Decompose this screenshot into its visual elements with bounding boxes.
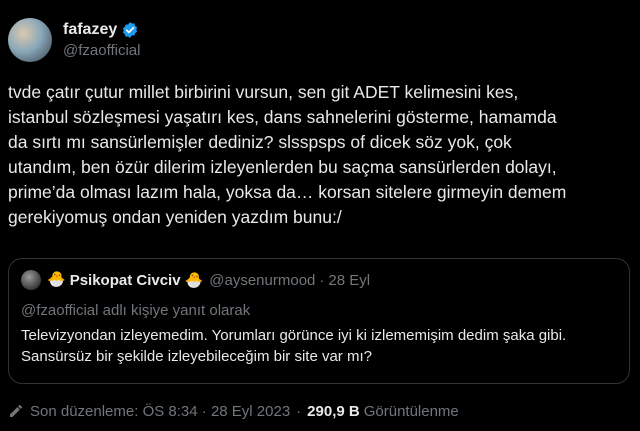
quoted-avatar[interactable] xyxy=(21,270,41,290)
tweet-meta: Son düzenleme: ÖS 8:34 · 28 Eyl 2023 · 2… xyxy=(8,400,459,422)
avatar[interactable] xyxy=(8,18,52,62)
quoted-timestamp[interactable]: 28 Eyl xyxy=(328,272,370,289)
tweet: fafazey @fzaofficial tvde çatır çutur mi… xyxy=(0,0,640,431)
tweet-text: tvde çatır çutur millet birbirini vursun… xyxy=(8,82,567,227)
views-count: 290,9 B xyxy=(307,402,360,420)
tweet-author: fafazey @fzaofficial xyxy=(8,14,140,66)
author-display-name[interactable]: fafazey xyxy=(63,20,117,40)
views-label: Görüntülenme xyxy=(363,402,459,420)
quoted-reply-context: @fzaofficial adlı kişiye yanıt olarak xyxy=(21,302,251,319)
separator-dot: · xyxy=(296,402,302,420)
last-edited-link[interactable]: Son düzenleme: ÖS 8:34 · 28 Eyl 2023 xyxy=(30,403,290,420)
verified-badge-icon xyxy=(121,21,139,39)
quoted-tweet[interactable]: 🐣 Psikopat Civciv 🐣 @aysenurmood · 28 Ey… xyxy=(8,258,630,384)
author-handle[interactable]: @fzaofficial xyxy=(63,41,140,61)
author-names: fafazey @fzaofficial xyxy=(63,20,140,61)
edit-pencil-icon xyxy=(8,403,24,419)
separator-dot: · xyxy=(319,271,325,289)
quoted-tweet-header: 🐣 Psikopat Civciv 🐣 @aysenurmood · 28 Ey… xyxy=(21,269,370,291)
quoted-tweet-text: Televizyondan izleyemedim. Yorumları gör… xyxy=(21,327,567,365)
quoted-display-name[interactable]: Psikopat Civciv xyxy=(70,272,181,289)
quoted-handle[interactable]: @aysenurmood xyxy=(209,272,315,289)
chick-emoji-icon: 🐣 xyxy=(47,271,66,288)
author-name-row: fafazey xyxy=(63,20,140,40)
chick-emoji-icon: 🐣 xyxy=(184,272,204,289)
